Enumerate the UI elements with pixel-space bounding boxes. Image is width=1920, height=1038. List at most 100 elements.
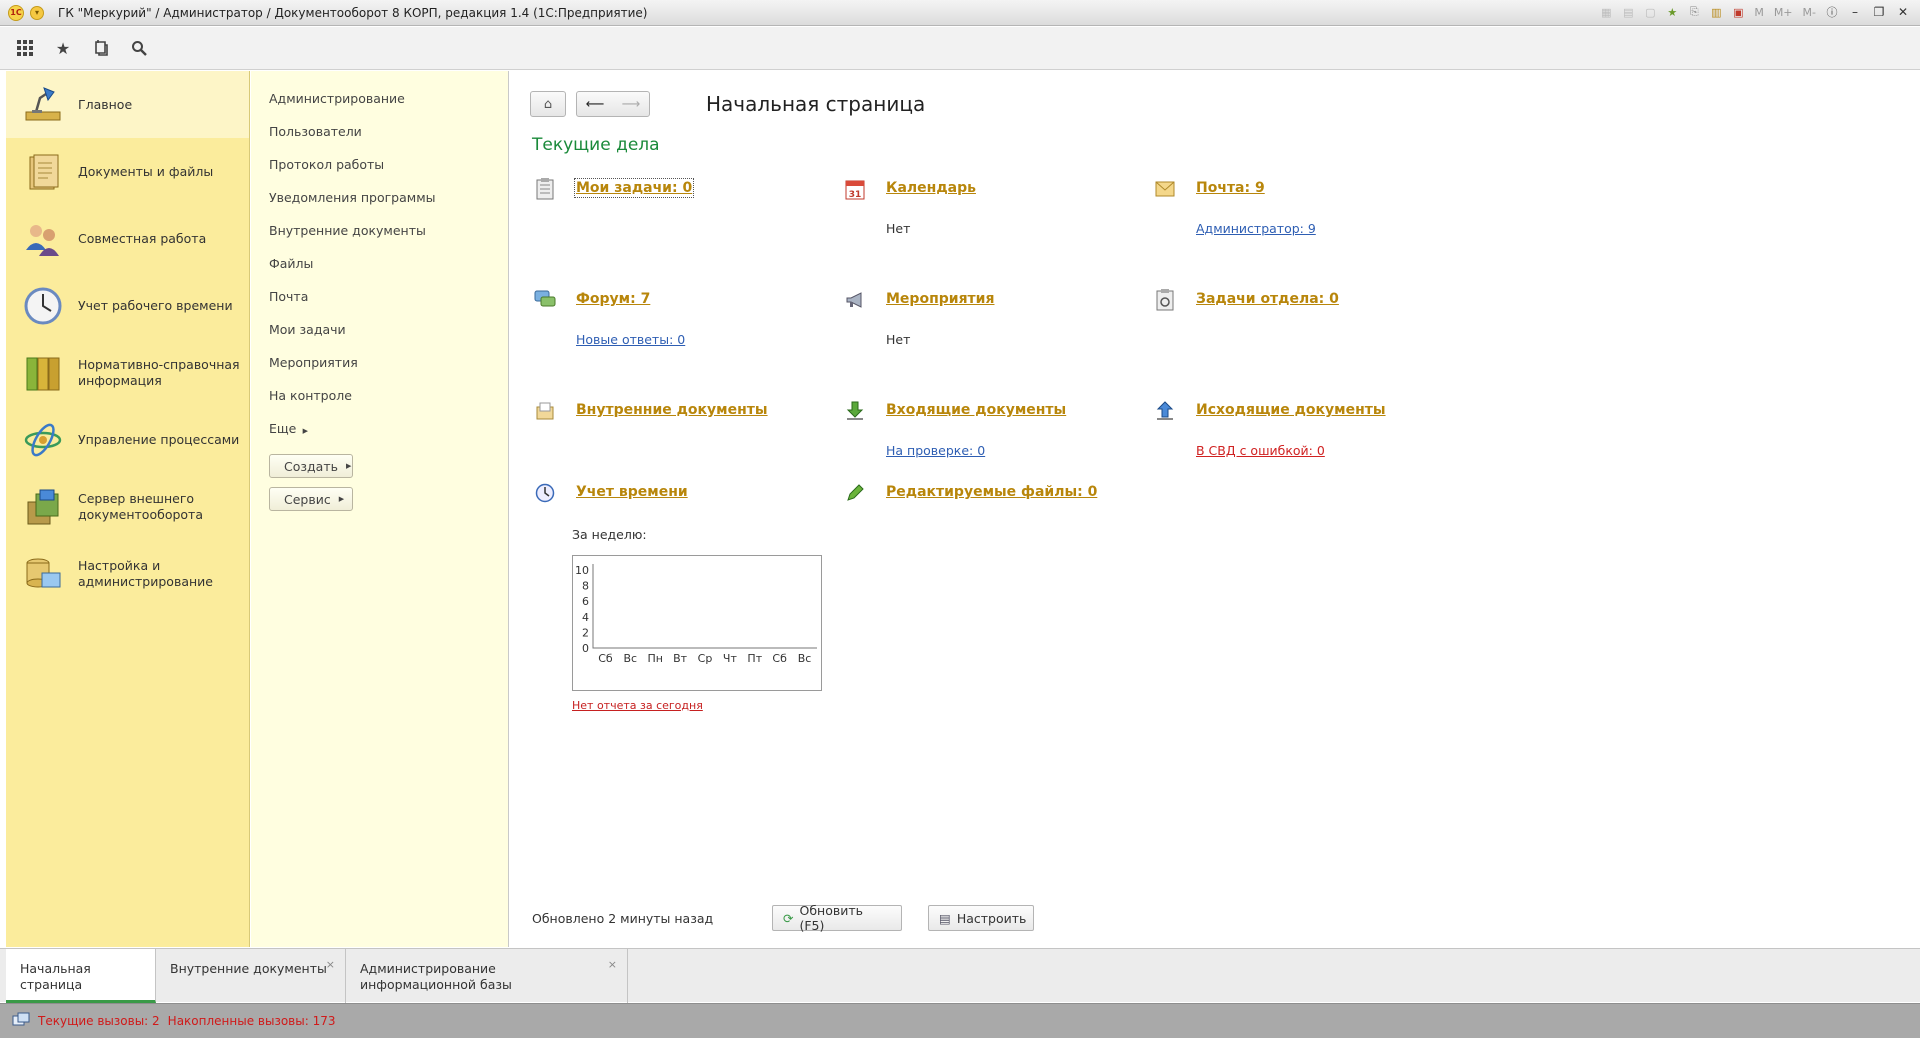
- add-favorite-icon[interactable]: ★: [1664, 4, 1680, 20]
- edited-files-link[interactable]: Редактируемые файлы: 0: [886, 484, 1097, 500]
- configure-button[interactable]: ▤ Настроить: [928, 905, 1034, 931]
- events-link[interactable]: Мероприятия: [886, 291, 994, 307]
- section-reference-info[interactable]: Нормативно-справочная информация: [6, 339, 249, 406]
- main-toolbar: ★: [0, 27, 1920, 70]
- func-item-administration[interactable]: Администрирование: [251, 89, 508, 122]
- service-button[interactable]: Сервис ▶: [269, 487, 353, 511]
- section-main[interactable]: Главное: [6, 71, 249, 138]
- y-tick-label: 0: [582, 642, 589, 655]
- close-tab-icon[interactable]: ×: [326, 957, 335, 973]
- apps-grid-icon[interactable]: [16, 39, 34, 57]
- mail-admin-link[interactable]: Администратор: 9: [1196, 221, 1316, 236]
- info-icon[interactable]: ⓘ: [1824, 4, 1840, 20]
- section-processes[interactable]: Управление процессами: [6, 406, 249, 473]
- section-time-tracking[interactable]: Учет рабочего времени: [6, 272, 249, 339]
- back-arrow-icon[interactable]: ⟵: [577, 97, 613, 112]
- home-button[interactable]: ⌂: [530, 91, 566, 117]
- func-item-files[interactable]: Файлы: [251, 254, 508, 287]
- section-documents[interactable]: Документы и файлы: [6, 138, 249, 205]
- print-icon[interactable]: ▤: [1620, 4, 1636, 20]
- favorites-star-icon[interactable]: ★: [54, 39, 72, 58]
- section-label: Документы и файлы: [78, 163, 214, 179]
- y-tick-label: 8: [582, 580, 589, 593]
- server-calls-icon[interactable]: [12, 1012, 30, 1030]
- func-item-users[interactable]: Пользователи: [251, 122, 508, 155]
- close-tab-icon[interactable]: ×: [608, 957, 617, 973]
- forward-arrow-icon[interactable]: ⟶: [613, 97, 649, 112]
- server-icon: [22, 486, 64, 528]
- memory-mplus-button[interactable]: M+: [1772, 4, 1795, 20]
- forum-new-replies-link[interactable]: Новые ответы: 0: [576, 332, 685, 347]
- refresh-button[interactable]: ⟳ Обновить (F5): [772, 903, 902, 933]
- sections-panel: Главное Документы и файлы Совместная раб…: [6, 71, 250, 947]
- close-button[interactable]: ✕: [1894, 4, 1912, 20]
- memory-mminus-button[interactable]: M-: [1801, 4, 1818, 20]
- more-arrow-icon: ▶: [300, 427, 308, 435]
- chart-axis: [592, 564, 817, 649]
- section-label: Главное: [78, 96, 133, 112]
- section-label: Настройка и администрирование: [78, 557, 213, 589]
- calendar-link[interactable]: Календарь: [886, 180, 976, 196]
- more-label: Еще: [269, 421, 297, 436]
- dept-tasks-link[interactable]: Задачи отдела: 0: [1196, 291, 1339, 307]
- save-icon[interactable]: ▦: [1598, 4, 1614, 20]
- app-logo-icon[interactable]: 1С: [8, 4, 24, 21]
- time-clock-icon: [534, 482, 556, 504]
- events-value: Нет: [886, 332, 911, 347]
- minimize-button[interactable]: –: [1846, 4, 1864, 20]
- preview-icon[interactable]: ▢: [1642, 4, 1658, 20]
- create-button[interactable]: Создать ▶: [269, 454, 353, 478]
- calendar-value: Нет: [886, 221, 911, 236]
- tab-label: Администрирование информационной базы: [360, 961, 512, 992]
- func-item-work-log[interactable]: Протокол работы: [251, 155, 508, 188]
- time-tracking-link[interactable]: Учет времени: [576, 484, 688, 500]
- section-collaboration[interactable]: Совместная работа: [6, 205, 249, 272]
- tab-internal-documents[interactable]: Внутренние документы ×: [156, 949, 346, 1003]
- func-item-my-tasks[interactable]: Мои задачи: [251, 320, 508, 353]
- history-icon[interactable]: [92, 39, 110, 57]
- func-item-more[interactable]: Еще ▶: [251, 419, 508, 452]
- outgoing-svd-error-link[interactable]: В СВД с ошибкой: 0: [1196, 443, 1325, 458]
- incoming-docs-link[interactable]: Входящие документы: [886, 402, 1066, 418]
- link-icon[interactable]: ⎘: [1686, 4, 1702, 20]
- outgoing-docs-link[interactable]: Исходящие документы: [1196, 402, 1386, 418]
- section-admin[interactable]: Настройка и администрирование: [6, 540, 249, 607]
- window-title: ГК "Меркурий" / Администратор / Документ…: [58, 5, 648, 20]
- section-label: Нормативно-справочная информация: [78, 356, 240, 388]
- refresh-icon: ⟳: [783, 910, 794, 926]
- main-menu-button[interactable]: ▾: [30, 5, 44, 20]
- configure-icon: ▤: [939, 910, 951, 926]
- func-item-on-control[interactable]: На контроле: [251, 386, 508, 419]
- section-external-docflow[interactable]: Сервер внешнего документооборота: [6, 473, 249, 540]
- memory-m-button[interactable]: M: [1752, 4, 1766, 20]
- chart-svg: 10 8 6 4 2 0 Сб Вс Пн Вт Ср Чт Пт Сб Вс: [575, 564, 817, 665]
- tab-home-page[interactable]: Начальная страница: [6, 949, 156, 1003]
- x-tick-label: Сб: [772, 652, 787, 665]
- current-calls: Текущие вызовы: 2: [38, 1014, 160, 1028]
- func-item-mail[interactable]: Почта: [251, 287, 508, 320]
- dropdown-arrow-icon: ▶: [338, 495, 345, 503]
- func-item-events[interactable]: Мероприятия: [251, 353, 508, 386]
- create-label: Создать: [284, 458, 338, 474]
- y-tick-label: 6: [582, 595, 589, 608]
- status-bar: Текущие вызовы: 2 Накопленные вызовы: 17…: [0, 1003, 1920, 1038]
- my-tasks-link[interactable]: Мои задачи: 0: [573, 178, 695, 198]
- outgoing-arrow-icon: [1154, 400, 1176, 422]
- mail-link[interactable]: Почта: 9: [1196, 180, 1265, 196]
- forum-link[interactable]: Форум: 7: [576, 291, 650, 307]
- func-item-notifications[interactable]: Уведомления программы: [251, 188, 508, 221]
- incoming-on-review-link[interactable]: На проверке: 0: [886, 443, 985, 458]
- title-bar: 1С ▾ ГК "Меркурий" / Администратор / Док…: [0, 0, 1920, 26]
- func-item-internal-docs[interactable]: Внутренние документы: [251, 221, 508, 254]
- calculator-icon[interactable]: ▥: [1708, 4, 1724, 20]
- no-report-link[interactable]: Нет отчета за сегодня: [572, 699, 703, 712]
- tab-infobase-administration[interactable]: Администрирование информационной базы ×: [346, 949, 628, 1003]
- calendar-small-icon[interactable]: ▣: [1730, 4, 1746, 20]
- section-label: Управление процессами: [78, 431, 240, 447]
- current-tasks-title: Текущие дела: [532, 135, 660, 155]
- internal-docs-link[interactable]: Внутренние документы: [576, 402, 768, 418]
- x-tick-label: Вт: [673, 652, 688, 665]
- restore-button[interactable]: ❐: [1870, 4, 1888, 20]
- search-icon[interactable]: [130, 39, 148, 57]
- incoming-arrow-icon: [844, 400, 866, 422]
